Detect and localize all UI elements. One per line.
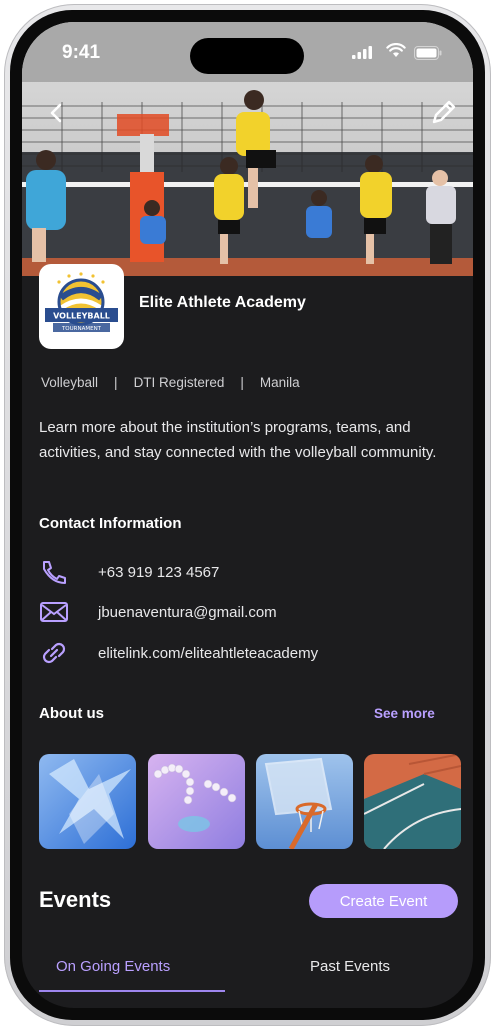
wifi-icon [386, 43, 406, 57]
about-image-pearl-chain[interactable] [148, 754, 245, 849]
cellular-signal-icon [352, 46, 372, 59]
meta-separator: | [114, 375, 118, 390]
contact-email-row[interactable]: jbuenaventura@gmail.com [39, 599, 277, 625]
see-more-link[interactable]: See more [374, 706, 435, 721]
dynamic-island [190, 38, 304, 74]
active-tab-indicator [39, 990, 225, 992]
svg-text:TOURNAMENT: TOURNAMENT [61, 326, 102, 332]
organization-name: Elite Athlete Academy [139, 294, 306, 311]
tab-ongoing-events[interactable]: On Going Events [56, 958, 170, 975]
edit-pencil-icon[interactable] [426, 96, 460, 130]
meta-registration: DTI Registered [133, 375, 225, 390]
meta-separator: | [240, 375, 244, 390]
create-event-button[interactable]: Create Event [309, 884, 458, 918]
events-section-title: Events [39, 887, 112, 912]
tab-past-events[interactable]: Past Events [310, 958, 390, 975]
contact-email[interactable]: jbuenaventura@gmail.com [98, 604, 277, 621]
phone-icon [43, 561, 66, 584]
about-image-basketball-hoop[interactable] [256, 754, 353, 849]
link-icon [42, 642, 66, 664]
contact-link[interactable]: elitelink.com/eliteahtleteacademy [98, 645, 318, 662]
screen: 9:41 VOLLEYBALL TOURNAMENT Elite Athlete… [22, 22, 473, 1008]
organization-meta: Volleyball | DTI Registered | Manila [41, 375, 300, 390]
meta-location: Manila [259, 375, 300, 390]
status-bar: 9:41 [22, 22, 473, 74]
contact-phone-row[interactable]: +63 919 123 4567 [39, 559, 219, 585]
contact-phone[interactable]: +63 919 123 4567 [98, 564, 219, 581]
about-section-title: About us [39, 705, 104, 722]
contact-section-title: Contact Information [39, 515, 182, 532]
back-arrow-icon[interactable] [42, 98, 72, 128]
organization-logo: VOLLEYBALL TOURNAMENT [39, 264, 124, 349]
meta-sport: Volleyball [41, 375, 99, 390]
battery-icon [414, 46, 442, 60]
mail-icon [40, 602, 68, 622]
svg-text:VOLLEYBALL: VOLLEYBALL [53, 312, 110, 321]
status-time: 9:41 [62, 42, 101, 63]
contact-link-row[interactable]: elitelink.com/eliteahtleteacademy [39, 640, 318, 666]
about-image-basketball-court[interactable] [364, 754, 461, 849]
about-image-ice-crystal[interactable] [39, 754, 136, 849]
organization-description: Learn more about the institution’s progr… [39, 419, 437, 461]
